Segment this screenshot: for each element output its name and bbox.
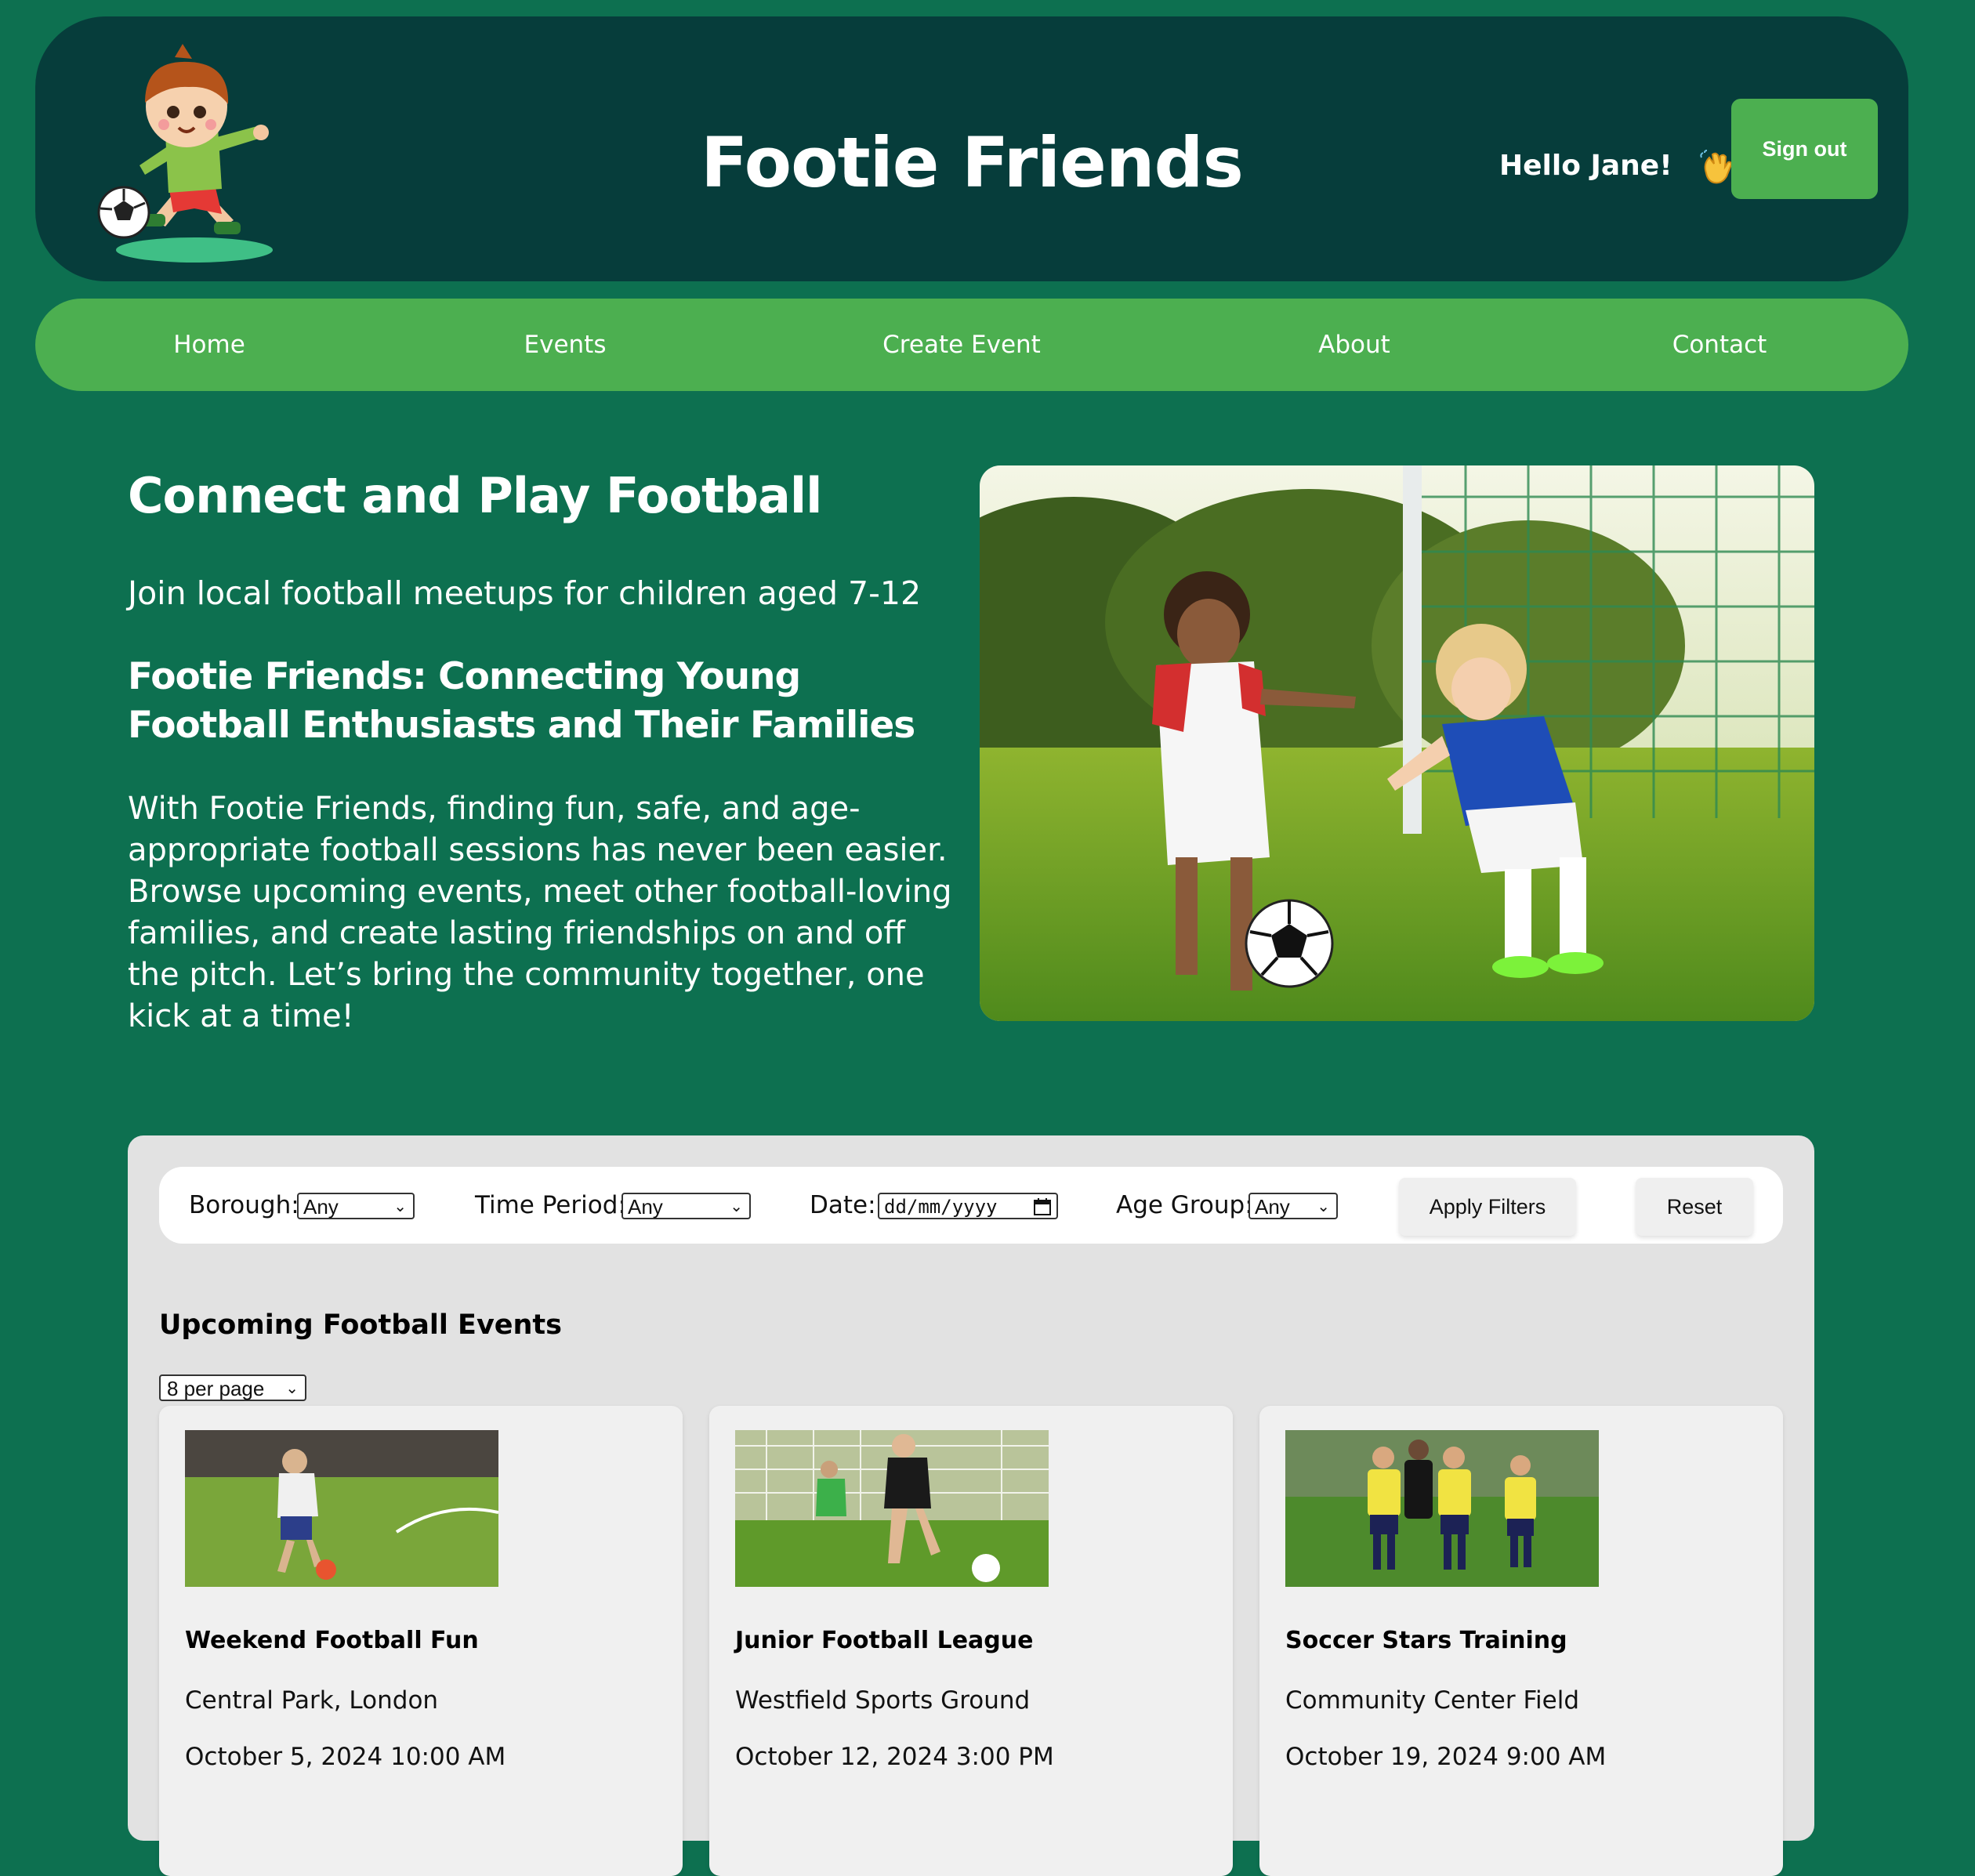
hero-subtitle: Join local football meetups for children… xyxy=(128,574,922,612)
site-header: Footie Friends Hello Jane! Sign out xyxy=(35,16,1908,281)
apply-filters-button[interactable]: Apply Filters xyxy=(1399,1178,1576,1236)
nav-item-about[interactable]: About xyxy=(1318,299,1390,391)
event-datetime: October 5, 2024 10:00 AM xyxy=(185,1743,506,1771)
event-location: Westfield Sports Ground xyxy=(735,1686,1031,1715)
age-group-label: Age Group: xyxy=(1116,1191,1253,1219)
user-greeting: Hello Jane! xyxy=(1499,150,1672,182)
borough-label: Borough: xyxy=(189,1191,299,1219)
event-image xyxy=(185,1430,498,1587)
nav-item-contact[interactable]: Contact xyxy=(1672,299,1767,391)
events-section-title: Upcoming Football Events xyxy=(159,1309,562,1341)
event-card[interactable]: Weekend Football Fun Central Park, Londo… xyxy=(159,1406,683,1876)
reset-button[interactable]: Reset xyxy=(1636,1178,1753,1236)
nav-item-create-event[interactable]: Create Event xyxy=(882,299,1041,391)
event-title: Junior Football League xyxy=(735,1627,1034,1654)
date-input[interactable]: dd/mm/yyyy xyxy=(878,1193,1058,1219)
date-label: Date: xyxy=(810,1191,876,1219)
event-location: Community Center Field xyxy=(1285,1686,1580,1715)
hero-description: With Footie Friends, finding fun, safe, … xyxy=(128,791,952,1034)
events-panel: Borough: Any ⌄ Time Period: Any ⌄ Date: … xyxy=(128,1135,1814,1876)
waving-hand-icon xyxy=(1700,150,1733,184)
main-nav: Home Events Create Event About Contact xyxy=(35,299,1908,391)
event-card[interactable]: Junior Football League Westfield Sports … xyxy=(709,1406,1233,1876)
borough-select[interactable]: Any ⌄ xyxy=(297,1193,415,1219)
sign-out-button[interactable]: Sign out xyxy=(1731,99,1878,199)
event-title: Weekend Football Fun xyxy=(185,1627,479,1654)
event-datetime: October 19, 2024 9:00 AM xyxy=(1285,1743,1607,1771)
event-image xyxy=(735,1430,1049,1587)
time-period-label: Time Period: xyxy=(475,1191,626,1219)
borough-select-value: Any xyxy=(303,1195,339,1219)
hero-heading: Footie Friends: Connecting Young Footbal… xyxy=(128,655,915,747)
event-location: Central Park, London xyxy=(185,1686,439,1715)
age-group-select-value: Any xyxy=(1255,1195,1290,1219)
hero-title: Connect and Play Football xyxy=(128,467,822,524)
date-placeholder: dd/mm/yyyy xyxy=(884,1196,998,1218)
calendar-icon xyxy=(1034,1198,1051,1215)
time-period-select[interactable]: Any ⌄ xyxy=(621,1193,751,1219)
event-datetime: October 12, 2024 3:00 PM xyxy=(735,1743,1054,1771)
chevron-down-icon: ⌄ xyxy=(393,1198,407,1215)
event-image xyxy=(1285,1430,1599,1587)
chevron-down-icon: ⌄ xyxy=(1317,1198,1330,1215)
event-title: Soccer Stars Training xyxy=(1285,1627,1567,1654)
filter-bar: Borough: Any ⌄ Time Period: Any ⌄ Date: … xyxy=(159,1167,1783,1244)
nav-item-events[interactable]: Events xyxy=(524,299,607,391)
event-card[interactable]: Soccer Stars Training Community Center F… xyxy=(1259,1406,1783,1876)
age-group-select[interactable]: Any ⌄ xyxy=(1248,1193,1338,1219)
per-page-select[interactable]: 8 per page ⌄ xyxy=(159,1374,306,1401)
time-period-select-value: Any xyxy=(628,1195,663,1219)
hero-kids-playing-photo xyxy=(980,465,1814,1021)
chevron-down-icon: ⌄ xyxy=(285,1380,299,1397)
per-page-value: 8 per page xyxy=(167,1377,265,1400)
chevron-down-icon: ⌄ xyxy=(730,1198,743,1215)
nav-item-home[interactable]: Home xyxy=(173,299,245,391)
